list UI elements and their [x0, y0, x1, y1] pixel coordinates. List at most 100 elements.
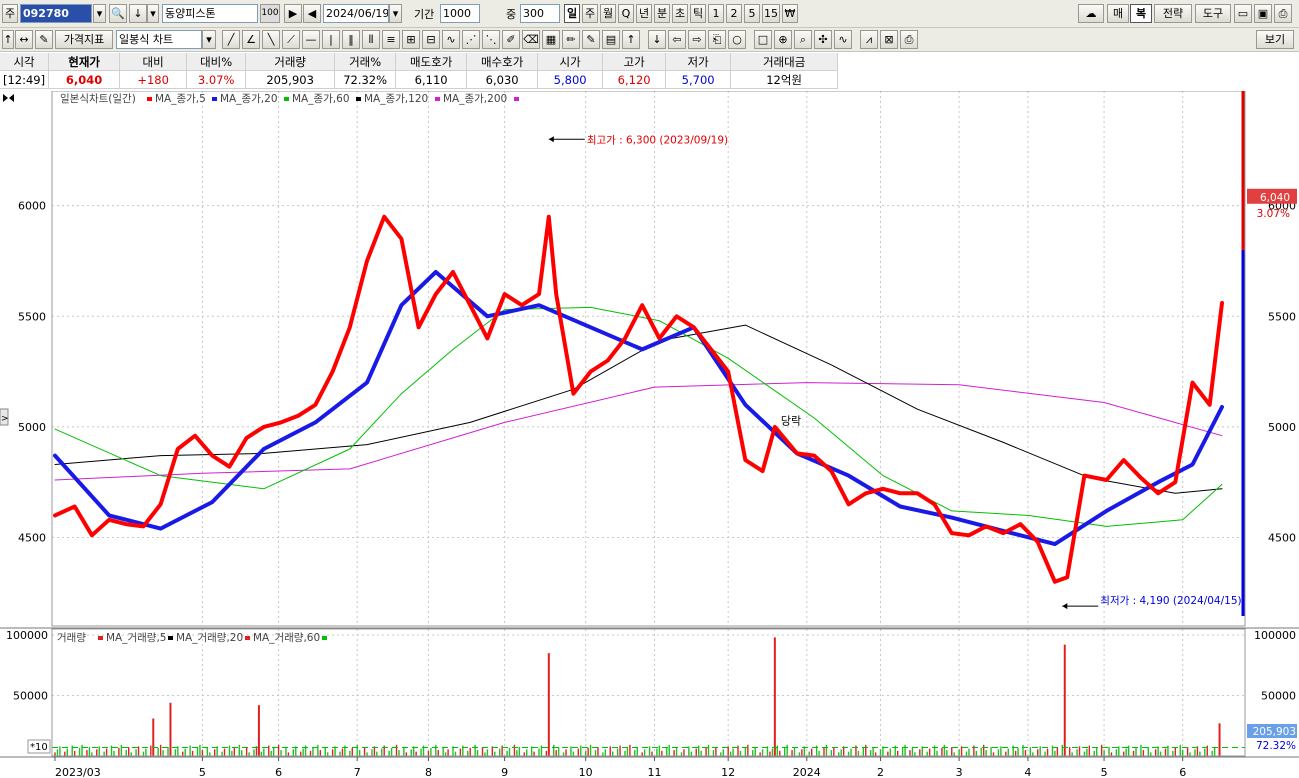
x-tick-label: 7 [354, 766, 361, 778]
price-chart[interactable]: 최고가 : 6,300 (2023/09/19) 최저가 : 4,190 (202… [0, 91, 1299, 778]
pattern-tool-icon[interactable]: ▦ [542, 30, 560, 49]
quote-value: 72.32% [334, 70, 397, 89]
charttype-dropdown-button[interactable]: ▾ [202, 30, 216, 49]
chevron-down-icon: ▾ [96, 7, 103, 20]
trend-up-tool-icon[interactable]: ⋰ [462, 30, 480, 49]
quote-value: 12억원 [730, 70, 839, 89]
fit-button[interactable]: ↔ [15, 30, 33, 49]
close-tool-icon[interactable]: ⊠ [880, 30, 898, 49]
right-tool-icon[interactable]: ⇨ [688, 30, 706, 49]
legend-swatch [212, 97, 217, 101]
cloud-button[interactable]: ☁ [1078, 4, 1104, 23]
print-tool-icon[interactable]: ⎙ [900, 30, 918, 49]
interval-button[interactable]: 분 [654, 4, 670, 23]
sell-button[interactable]: 매 [1107, 4, 1129, 23]
arrows-horizontal-icon: ↔ [19, 33, 29, 46]
code-dropdown-button[interactable]: ▾ [93, 4, 106, 23]
sine2-tool-icon[interactable]: ⩘ [860, 30, 878, 49]
up-tool-icon[interactable]: ↑ [622, 30, 640, 49]
x-tick-label: 2023/03 [55, 766, 101, 778]
market-selector[interactable]: 주 [2, 4, 18, 23]
interval-button[interactable]: 월 [600, 4, 616, 23]
left-tool-icon[interactable]: ⇦ [668, 30, 686, 49]
charttype-select[interactable]: 일봉식 차트 [116, 30, 202, 49]
vol-legend-label: MA_거래량,20 [176, 632, 243, 644]
search-button[interactable]: 🔍 [109, 4, 127, 23]
draw-tool-icon[interactable]: ✏ [562, 30, 580, 49]
indicator-button[interactable]: 가격지표 [55, 30, 113, 49]
vline-tool-icon[interactable]: | [322, 30, 340, 49]
minus-tool-icon[interactable]: ⊟ [422, 30, 440, 49]
erase-tool-icon[interactable]: ⌫ [522, 30, 540, 49]
diag-tool-icon[interactable]: ╲ [262, 30, 280, 49]
interval-button[interactable]: 5 [744, 4, 760, 23]
quote-header: 시가 [537, 53, 604, 71]
down-tool-icon[interactable]: ↓ [648, 30, 666, 49]
grid-tool-icon[interactable]: ≡ [382, 30, 400, 49]
y-tick-label: 5000 [18, 421, 46, 434]
interval-button[interactable]: 주 [582, 4, 598, 23]
hline-tool-icon[interactable]: — [302, 30, 320, 49]
copy-tool-icon[interactable]: ⎗ [708, 30, 726, 49]
view-button[interactable]: 보기 [1256, 30, 1294, 49]
legend-label: MA_종가,200 [443, 93, 507, 105]
open-button[interactable]: ▭ [1234, 4, 1252, 23]
quote-table: 시각 현재가 대비 대비% 거래량 거래% 매도호가 매수호가 시가 고가 저가 거래대금 [12:4… [0, 53, 839, 89]
period-input[interactable]: 1000 [440, 4, 480, 23]
interval-button[interactable]: 년 [636, 4, 652, 23]
tools-button[interactable]: 도구 [1195, 4, 1231, 23]
trend-down-tool-icon[interactable]: ⋱ [482, 30, 500, 49]
quote-header: 저가 [665, 53, 732, 71]
interval-button[interactable]: 1 [708, 4, 724, 23]
quote-header: 매도호가 [395, 53, 468, 71]
date-dropdown-button[interactable]: ▾ [389, 4, 402, 23]
edit-button[interactable]: ✎ [35, 30, 53, 49]
cross-tool-icon[interactable]: ✣ [814, 30, 832, 49]
interval-button[interactable]: 15 [762, 4, 780, 23]
prev-button[interactable]: ◀ [303, 4, 321, 23]
find-tool-icon[interactable]: ⌕ [794, 30, 812, 49]
chevron-down-icon: ▾ [206, 33, 212, 46]
interval-button[interactable]: 일 [564, 4, 580, 23]
strategy-button[interactable]: 전략 [1154, 4, 1192, 23]
interval-button[interactable]: Q [618, 4, 634, 23]
interval-button[interactable]: 틱 [690, 4, 706, 23]
quote-header: 고가 [602, 53, 667, 71]
interval-button[interactable]: ₩ [782, 4, 798, 23]
zoom-tool-icon[interactable]: ⊕ [774, 30, 792, 49]
quote-value: [12:49] [0, 70, 50, 89]
pencil-tool-icon[interactable]: ✐ [502, 30, 520, 49]
x-tick-label: 3 [956, 766, 963, 778]
save-button[interactable]: ▣ [1254, 4, 1272, 23]
interval-button[interactable]: 초 [672, 4, 688, 23]
wave-tool-icon[interactable]: ∿ [442, 30, 460, 49]
print-button[interactable]: ⎙ [1274, 4, 1292, 23]
edit-tool-icon[interactable]: ✎ [582, 30, 600, 49]
line-tool-icon[interactable]: ╱ [222, 30, 240, 49]
chevron-down-icon: ▾ [392, 7, 399, 20]
interval-button[interactable]: 2 [726, 4, 742, 23]
circle-tool-icon[interactable]: ○ [728, 30, 746, 49]
stock-code-input[interactable]: 092780 [20, 4, 92, 23]
up-arrow-button[interactable]: ↑ [2, 30, 14, 49]
angle-tool-icon[interactable]: ∠ [242, 30, 260, 49]
sort-dropdown-button[interactable]: ▾ [147, 4, 159, 23]
chevron-right-icon[interactable]: > [1, 414, 9, 424]
count-input[interactable]: 300 [520, 4, 560, 23]
pen-tool-icon[interactable]: ⟋ [282, 30, 300, 49]
sine-tool-icon[interactable]: ∿ [834, 30, 852, 49]
next-button[interactable]: ▶ [284, 4, 302, 23]
date-input[interactable]: 2024/06/19 [323, 4, 389, 23]
vol-legend-swatch [245, 636, 250, 640]
rect-tool-icon[interactable]: □ [754, 30, 772, 49]
sort-button[interactable]: ↓ [129, 4, 147, 23]
channel-tool-icon[interactable]: ‖ [342, 30, 360, 49]
fib-tool-icon[interactable]: ⦀ [362, 30, 380, 49]
stock-name-field[interactable]: 동양피스톤 [162, 4, 258, 23]
box-tool-icon[interactable]: ⊞ [402, 30, 420, 49]
table-tool-icon[interactable]: ▤ [602, 30, 620, 49]
play-right-icon: ▶ [288, 7, 298, 20]
arrow-up-icon: ↑ [3, 33, 13, 46]
quote-value: 6,120 [602, 70, 667, 89]
compound-button[interactable]: 복 [1130, 4, 1152, 23]
